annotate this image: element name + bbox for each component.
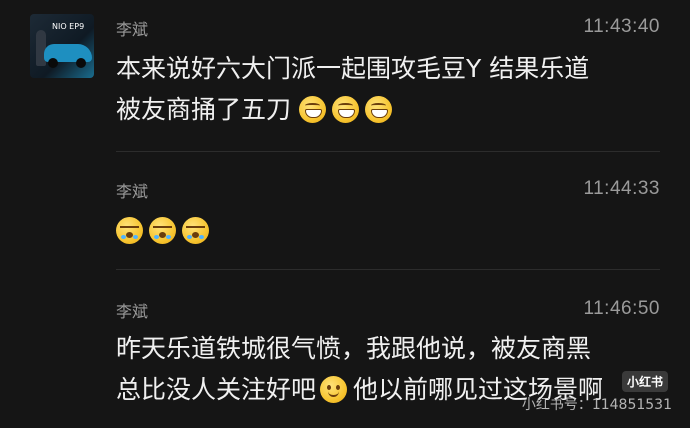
grinning-face-icon: [364, 96, 392, 123]
grinning-face-icon: [331, 96, 359, 123]
avatar-brand-label: NIO EP9: [52, 22, 85, 31]
message-line-with-emoji: 被友商捅了五刀: [116, 89, 398, 130]
message-line: 昨天乐道铁城很气愤，我跟他说，被友商黑: [116, 334, 592, 363]
message-line: 总比没人关注好吧: [116, 375, 317, 404]
message-2: 李斌 11:44:33: [0, 152, 690, 270]
watermark-text: 小红书号：114851531: [521, 397, 672, 413]
crying-face-icon: [182, 217, 209, 244]
message-line: 本来说好六大门派一起围攻毛豆Y 结果乐道: [116, 54, 590, 83]
crying-face-icon: [116, 217, 143, 244]
sender-name[interactable]: 李斌: [116, 178, 148, 202]
sender-name[interactable]: 李斌: [116, 298, 148, 322]
watermark-badge: 小红书: [621, 371, 668, 392]
avatar[interactable]: NIO EP9: [30, 14, 94, 78]
emoji-row: [116, 210, 215, 251]
avatar-wheel-shape: [48, 58, 58, 68]
message-time: 11:44:33: [583, 178, 660, 199]
grinning-face-icon: [298, 96, 326, 123]
sender-name[interactable]: 李斌: [116, 16, 148, 40]
message-1: NIO EP9 李斌 11:43:40 本来说好六大门派一起围攻毛豆Y 结果乐道…: [0, 0, 690, 152]
avatar-wheel-shape: [76, 58, 86, 68]
message-line: 被友商捅了五刀: [116, 95, 292, 124]
smiling-face-icon: [320, 376, 348, 403]
message-time: 11:43:40: [583, 16, 660, 37]
message-time: 11:46:50: [583, 298, 660, 319]
crying-face-icon: [149, 217, 176, 244]
